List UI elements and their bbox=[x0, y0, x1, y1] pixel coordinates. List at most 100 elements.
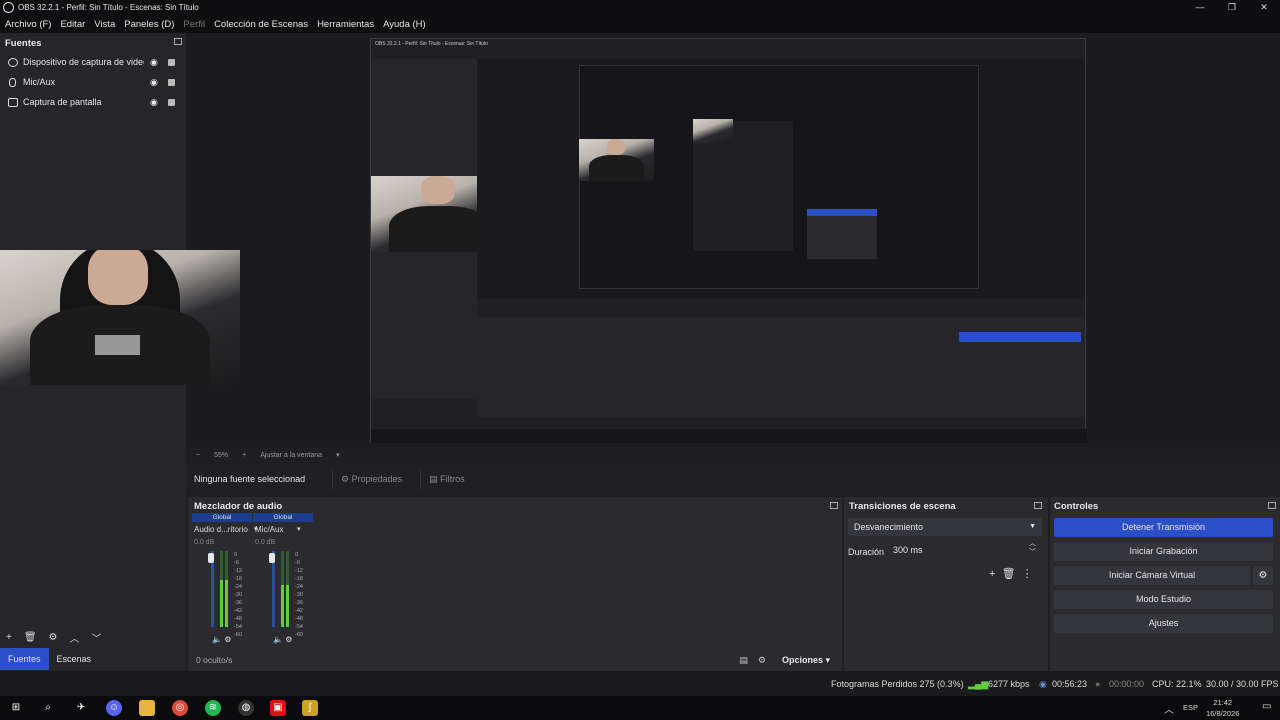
maximize-button[interactable]: ❐ bbox=[1216, 0, 1248, 15]
fit-window-select[interactable]: Ajustar a la ventana bbox=[260, 452, 322, 459]
virtual-camera-button[interactable]: Iniciar Cámara Virtual bbox=[1054, 566, 1250, 585]
undock-icon[interactable] bbox=[830, 502, 838, 509]
discord-icon[interactable]: ☺ bbox=[106, 700, 122, 716]
captured-obs-window: OBS 32.2.1 - Perfil: Sin Título - Escena… bbox=[370, 38, 1087, 443]
lock-icon[interactable] bbox=[168, 58, 175, 66]
red-app-icon[interactable]: ▣ bbox=[270, 700, 286, 716]
sources-dock: Fuentes Dispositivo de captura de video … bbox=[0, 33, 240, 671]
undock-icon[interactable] bbox=[1268, 502, 1276, 509]
zoom-in-button[interactable]: + bbox=[242, 452, 246, 459]
menu-edit[interactable]: Editar bbox=[60, 19, 85, 30]
options-button[interactable]: Opciones ▾ bbox=[782, 655, 830, 666]
channel-name: Audio d...ritorio bbox=[194, 525, 248, 534]
speaker-icon[interactable]: 🔈 bbox=[273, 635, 283, 644]
add-icon[interactable]: + bbox=[989, 568, 995, 580]
meter-scale: 0 -6 -12 -18 -24 -30 -36 -42 -48 -54 -60 bbox=[234, 552, 242, 638]
lock-icon[interactable] bbox=[168, 78, 175, 86]
inner-preview bbox=[477, 59, 1085, 299]
advanced-audio-icon[interactable]: ⚙ bbox=[758, 655, 766, 665]
filters-button[interactable]: ▤ Filtros bbox=[420, 469, 473, 489]
scene-transitions-dock: Transiciones de escena Desvanecimiento ▼… bbox=[844, 497, 1048, 671]
lock-icon[interactable] bbox=[168, 98, 175, 106]
source-item-mic-aux[interactable]: Mic/Aux ◉ bbox=[0, 72, 186, 92]
minimize-button[interactable]: — bbox=[1184, 0, 1216, 15]
channel-db: 0.0 dB bbox=[255, 539, 276, 546]
undock-icon[interactable] bbox=[1034, 502, 1042, 509]
eye-icon[interactable]: ◉ bbox=[150, 77, 158, 88]
tray-chevron-icon[interactable]: ︿ bbox=[1164, 701, 1174, 716]
signal-icon: ▂▄▆ bbox=[968, 679, 989, 689]
menu-help[interactable]: Ayuda (H) bbox=[383, 19, 426, 30]
menu-tools[interactable]: Herramientas bbox=[317, 19, 374, 30]
mixer-title: Mezclador de audio bbox=[194, 501, 283, 512]
folder-icon[interactable] bbox=[139, 700, 155, 716]
sources-toolbar: + 🗑 ⚙ ︿ ﹀ bbox=[0, 627, 186, 647]
preview-zoom-bar: − 55% + Ajustar a la ventana ▾ bbox=[186, 447, 1280, 463]
menu-scene-collection[interactable]: Colección de Escenas bbox=[214, 19, 308, 30]
filters-label: Filtros bbox=[440, 473, 465, 484]
stepper-icon[interactable]: ︿ ﹀ bbox=[1029, 539, 1036, 557]
stream-time: 00:56:23 bbox=[1052, 679, 1088, 689]
windows-start-icon[interactable]: ⊞ bbox=[8, 700, 24, 716]
bitrate: 6277 kbps bbox=[988, 679, 1030, 689]
mixer-footer: 0 oculto/s ▤ ⚙ Opciones ▾ bbox=[188, 650, 842, 670]
chevron-down-icon[interactable]: ▾ bbox=[297, 525, 301, 533]
window-title: OBS 32.2.1 - Perfil: Sin Título - Escena… bbox=[18, 3, 199, 12]
close-button[interactable]: ✕ bbox=[1248, 0, 1280, 15]
source-label: Dispositivo de captura de video bbox=[23, 57, 144, 67]
gear-icon[interactable]: ⚙ bbox=[224, 635, 231, 644]
eye-icon[interactable]: ◉ bbox=[150, 57, 158, 68]
move-down-icon[interactable]: ﹀ bbox=[92, 630, 102, 645]
add-source-icon[interactable]: + bbox=[6, 632, 12, 643]
tab-scenes[interactable]: Escenas bbox=[49, 648, 100, 670]
chevron-down-icon[interactable]: ▾ bbox=[336, 451, 340, 459]
menu-file[interactable]: Archivo (F) bbox=[5, 19, 51, 30]
more-icon[interactable]: ⋮ bbox=[1022, 568, 1033, 580]
steam-icon[interactable]: ✈ bbox=[73, 700, 89, 716]
settings-button[interactable]: Ajustes bbox=[1054, 614, 1273, 633]
channel-name: Mic/Aux bbox=[255, 525, 284, 534]
chrome-icon[interactable]: ◎ bbox=[172, 700, 188, 716]
source-item-video-capture[interactable]: Dispositivo de captura de video ◉ bbox=[0, 52, 186, 72]
transitions-title: Transiciones de escena bbox=[849, 501, 956, 512]
yellow-app-icon[interactable]: ʃ bbox=[302, 700, 318, 716]
preview-canvas[interactable]: OBS 32.2.1 - Perfil: Sin Título - Escena… bbox=[186, 33, 1280, 447]
move-up-icon[interactable]: ︿ bbox=[70, 630, 80, 645]
trash-icon[interactable]: 🗑 bbox=[1002, 568, 1016, 580]
obs-icon[interactable]: ◍ bbox=[238, 700, 254, 716]
level-meter-fill bbox=[286, 585, 289, 627]
volume-slider-knob[interactable] bbox=[269, 553, 275, 563]
studio-mode-button[interactable]: Modo Estudio bbox=[1054, 590, 1273, 609]
duration-input[interactable]: 300 ms ︿ ﹀ bbox=[889, 539, 1042, 559]
layout-icon[interactable]: ▤ bbox=[739, 655, 748, 665]
camera-icon bbox=[8, 57, 18, 67]
zoom-level: 55% bbox=[214, 451, 229, 459]
stop-stream-button[interactable]: Detener Transmisión bbox=[1054, 518, 1273, 537]
trash-icon[interactable]: 🗑 bbox=[24, 632, 37, 643]
start-recording-button[interactable]: Iniciar Grabación bbox=[1054, 542, 1273, 561]
eye-icon[interactable]: ◉ bbox=[150, 97, 158, 108]
language-indicator[interactable]: ESP bbox=[1183, 703, 1198, 712]
menu-profile[interactable]: Perfil bbox=[183, 19, 205, 30]
gear-icon[interactable]: ⚙ bbox=[1253, 566, 1273, 585]
obs-logo-icon bbox=[3, 2, 14, 13]
channel-db: 0.0 dB bbox=[194, 539, 215, 546]
zoom-out-button[interactable]: − bbox=[196, 452, 200, 459]
gear-icon[interactable]: ⚙ bbox=[285, 635, 292, 644]
notification-icon[interactable]: ▭ bbox=[1262, 701, 1271, 712]
undock-icon[interactable] bbox=[174, 38, 182, 45]
transition-select[interactable]: Desvanecimiento ▼ bbox=[848, 518, 1042, 536]
menu-bar: Archivo (F) Editar Vista Paneles (D) Per… bbox=[0, 15, 1280, 33]
volume-slider-knob[interactable] bbox=[208, 553, 214, 563]
menu-docks[interactable]: Paneles (D) bbox=[124, 19, 174, 30]
tab-sources[interactable]: Fuentes bbox=[0, 648, 49, 670]
controls-title: Controles bbox=[1054, 501, 1099, 512]
speaker-icon[interactable]: 🔈 bbox=[212, 635, 222, 644]
menu-view[interactable]: Vista bbox=[94, 19, 115, 30]
properties-button[interactable]: ⚙ Propiedades bbox=[332, 469, 410, 489]
search-icon[interactable]: ⌕ bbox=[40, 700, 56, 716]
gear-icon[interactable]: ⚙ bbox=[49, 632, 58, 643]
spotify-icon[interactable]: ≋ bbox=[205, 700, 221, 716]
clock[interactable]: 21:42 16/8/2026 bbox=[1206, 697, 1239, 719]
source-item-screen-capture[interactable]: Captura de pantalla ◉ bbox=[0, 92, 186, 112]
